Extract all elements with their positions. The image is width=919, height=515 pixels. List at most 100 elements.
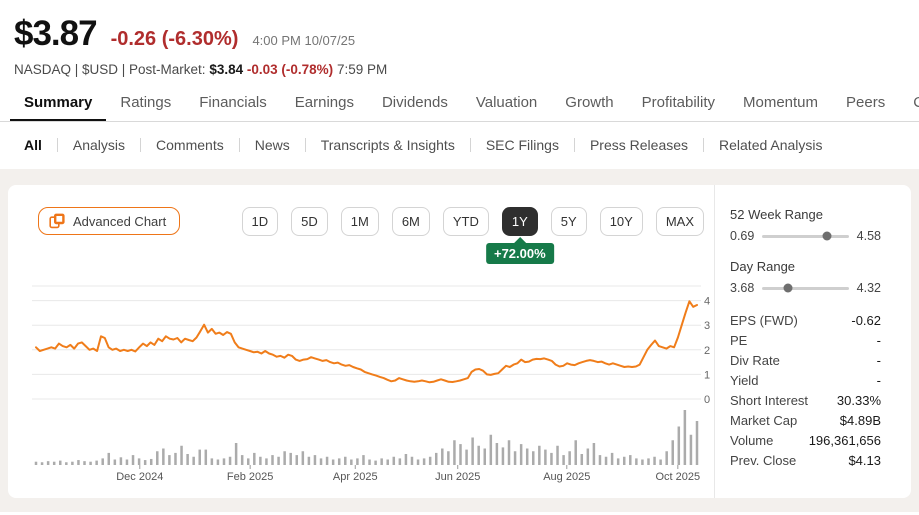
volume-bar (368, 459, 371, 465)
volume-bar (277, 456, 280, 465)
price-row: $3.87 -0.26 (-6.30%) 4:00 PM 10/07/25 (14, 14, 895, 54)
stat-label: Yield (730, 373, 759, 388)
volume-bar (544, 449, 547, 465)
volume-bar (641, 459, 644, 465)
volume-bar (592, 443, 596, 465)
price-volume-chart[interactable]: 4 3 2 1 0 Dec 2024 Feb 2025 Apr 2025 Jun 2025 Aug… (24, 280, 714, 485)
day-range-section: Day Range 3.68 4.32 (730, 259, 881, 295)
sub-tab-news[interactable]: News (255, 137, 290, 153)
tab-dividends[interactable]: Dividends (368, 85, 462, 121)
sub-tab-comments[interactable]: Comments (156, 137, 224, 153)
volume-bar (380, 458, 383, 465)
range-button-5y[interactable]: 5Y (550, 207, 587, 236)
current-price: $3.87 (14, 14, 98, 53)
stats-panel: 52 Week Range 0.69 4.58 Day Range 3.68 4… (715, 185, 911, 498)
y-tick-label: 4 (704, 296, 710, 308)
volume-bar (616, 458, 620, 465)
chart-column: Advanced Chart 1D 5D 1M 6M YTD 1Y +72.00% 5Y 10Y… (8, 185, 715, 498)
exchange-row: NASDAQ | $USD | Post-Market: $3.84 -0.03… (14, 62, 895, 77)
range-button-5d[interactable]: 5D (291, 207, 328, 236)
range-button-10y[interactable]: 10Y (599, 207, 643, 236)
volume-bar (77, 460, 80, 465)
volume-bar (507, 440, 511, 465)
separator (238, 138, 240, 152)
week-range-high: 4.58 (856, 229, 881, 243)
sub-tab-sec-filings[interactable]: SEC Filings (486, 137, 559, 153)
volume-bar (495, 443, 499, 465)
volume-bar (71, 461, 74, 465)
volume-bar (107, 452, 111, 465)
volume-bar (422, 458, 426, 465)
sub-tab-bar: All Analysis Comments News Transcripts & Ins… (0, 122, 919, 169)
week-range-slider[interactable] (762, 231, 849, 241)
range-button-ytd[interactable]: YTD (442, 207, 489, 236)
week-range-label: 52 Week Range (730, 207, 823, 222)
stat-value: 196,361,656 (808, 433, 881, 448)
y-tick-label: 2 (704, 345, 710, 357)
range-button-6m[interactable]: 6M (391, 207, 430, 236)
separator (56, 138, 58, 152)
volume-bar (234, 443, 238, 465)
volume-bar (635, 458, 638, 465)
volume-bar (265, 458, 268, 465)
volume-bar (307, 456, 311, 465)
volume-bar (659, 459, 662, 465)
volume-bar (501, 447, 505, 465)
tab-momentum[interactable]: Momentum (729, 85, 832, 121)
sub-tab-related-analysis[interactable]: Related Analysis (719, 137, 823, 153)
volume-bar (610, 452, 614, 465)
tab-profitability[interactable]: Profitability (628, 85, 729, 121)
stat-row-market-cap: Market Cap $4.89B (730, 411, 881, 431)
advanced-chart-button[interactable]: Advanced Chart (38, 207, 181, 235)
volume-bar (113, 459, 117, 465)
range-button-max[interactable]: MAX (655, 207, 704, 236)
volume-bar (447, 451, 450, 465)
volume-bar (137, 458, 141, 465)
stat-row-pe: PE - (730, 331, 881, 351)
stat-value: $4.13 (848, 453, 881, 468)
tab-growth[interactable]: Growth (551, 85, 627, 121)
range-button-1d[interactable]: 1D (241, 207, 279, 236)
tab-peers[interactable]: Peers (832, 85, 899, 121)
volume-bar (683, 410, 687, 465)
stat-label: PE (730, 333, 748, 348)
tab-summary[interactable]: Summary (10, 85, 107, 121)
volume-bar (622, 456, 626, 465)
volume-bar (52, 461, 56, 465)
tab-c[interactable]: C (899, 85, 919, 121)
stat-value: - (876, 333, 881, 348)
day-range-slider[interactable] (762, 283, 849, 293)
sub-tab-analysis[interactable]: Analysis (73, 137, 125, 153)
stat-row-yield: Yield - (730, 371, 881, 391)
tab-ratings[interactable]: Ratings (106, 85, 185, 121)
stat-row-volume: Volume 196,361,656 (730, 431, 881, 451)
volume-bar (149, 458, 153, 465)
stat-label: Div Rate (730, 353, 780, 368)
tab-valuation[interactable]: Valuation (462, 85, 551, 121)
sub-tab-transcripts-insights[interactable]: Transcripts & Insights (321, 137, 455, 153)
volume-bars (34, 410, 699, 465)
main-tab-bar: Summary Ratings Financials Earnings Dividend… (0, 85, 919, 122)
volume-bar (253, 452, 256, 465)
volume-bar (156, 451, 159, 465)
sub-tab-all[interactable]: All (24, 137, 42, 153)
volume-bar (580, 454, 584, 465)
range-button-1m[interactable]: 1M (340, 207, 379, 236)
separator (140, 138, 142, 152)
volume-bar (240, 455, 244, 465)
chart-toolbar: Advanced Chart 1D 5D 1M 6M YTD 1Y +72.00% 5Y 10Y… (8, 185, 714, 264)
range-button-1y[interactable]: 1Y +72.00% (485, 207, 554, 264)
volume-bar (556, 445, 559, 465)
week-range-low: 0.69 (730, 229, 755, 243)
volume-bar (416, 459, 420, 465)
volume-bar (83, 461, 86, 465)
tab-financials[interactable]: Financials (185, 85, 281, 121)
x-tick-label: Apr 2025 (333, 471, 378, 483)
quote-header: $3.87 -0.26 (-6.30%) 4:00 PM 10/07/25 NA… (0, 0, 919, 77)
volume-bar (489, 434, 493, 465)
volume-bar (319, 458, 323, 465)
tab-earnings[interactable]: Earnings (281, 85, 368, 121)
exchange-info: NASDAQ | $USD | Post-Market: (14, 62, 206, 77)
volume-bar (586, 448, 590, 465)
sub-tab-press-releases[interactable]: Press Releases (590, 137, 688, 153)
